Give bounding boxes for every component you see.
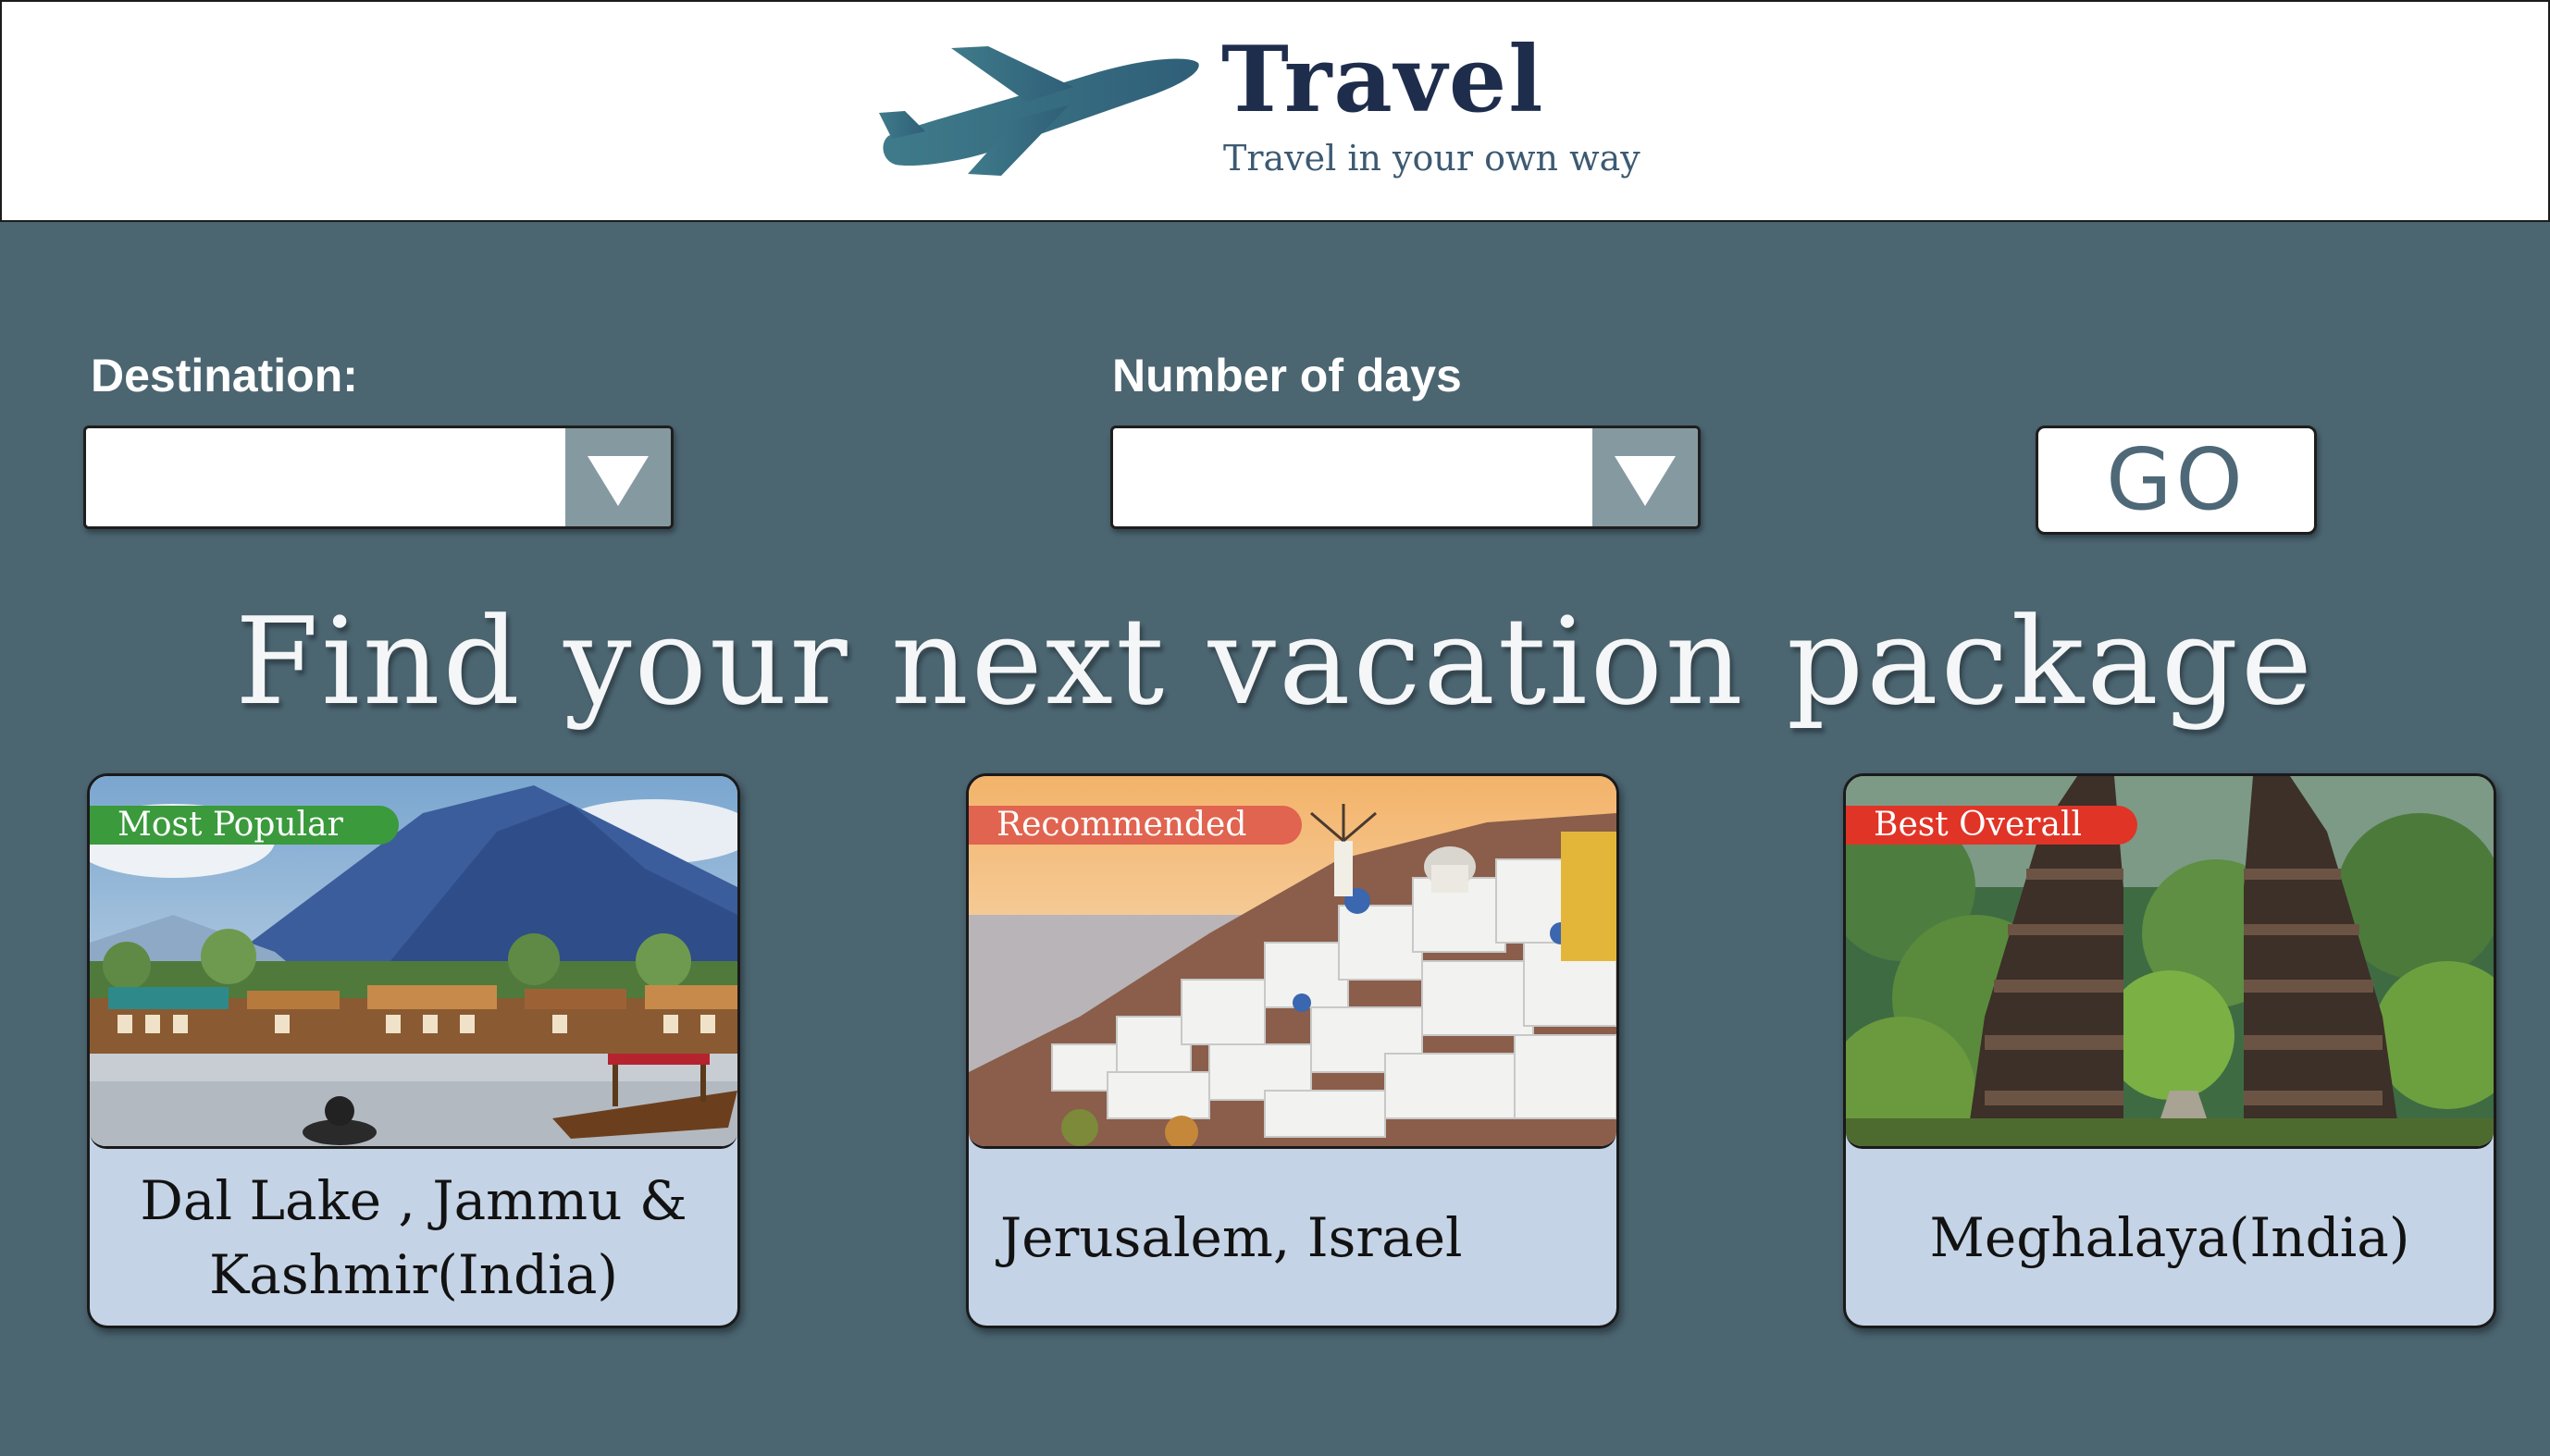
days-dropdown-button[interactable] (1592, 428, 1698, 526)
days-select[interactable] (1110, 426, 1701, 529)
destination-dropdown-button[interactable] (565, 428, 671, 526)
brand-title: Travel (1221, 27, 1545, 133)
triangle-down-icon (1615, 456, 1676, 506)
page-headline: Find your next vacation package (235, 591, 2315, 732)
days-label: Number of days (1112, 350, 1462, 401)
brand-tagline: Travel in your own way (1223, 138, 1640, 179)
go-button[interactable]: GO (2036, 426, 2317, 535)
package-title: Jerusalem, Israel (1000, 1205, 1463, 1269)
badge-recommended: Recommended (969, 806, 1303, 845)
badge-most-popular: Most Popular (90, 806, 399, 845)
airplane-icon (879, 46, 1199, 176)
package-title: Dal Lake , Jammu & Kashmir(India) (140, 1168, 687, 1306)
destination-label: Destination: (91, 350, 358, 401)
triangle-down-icon (588, 456, 649, 506)
package-title: Meghalaya(India) (1929, 1205, 2410, 1269)
destination-select[interactable] (83, 426, 674, 529)
site-header: Travel Travel in your own way (0, 0, 2550, 222)
package-card-dal-lake[interactable]: Most Popular Dal Lake , Jammu & Kashmir(… (87, 773, 740, 1328)
badge-best-overall: Best Overall (1846, 806, 2137, 845)
package-card-jerusalem[interactable]: Recommended Jerusalem, Israel (966, 773, 1619, 1328)
package-card-meghalaya[interactable]: Best Overall Meghalaya(India) (1843, 773, 2496, 1328)
